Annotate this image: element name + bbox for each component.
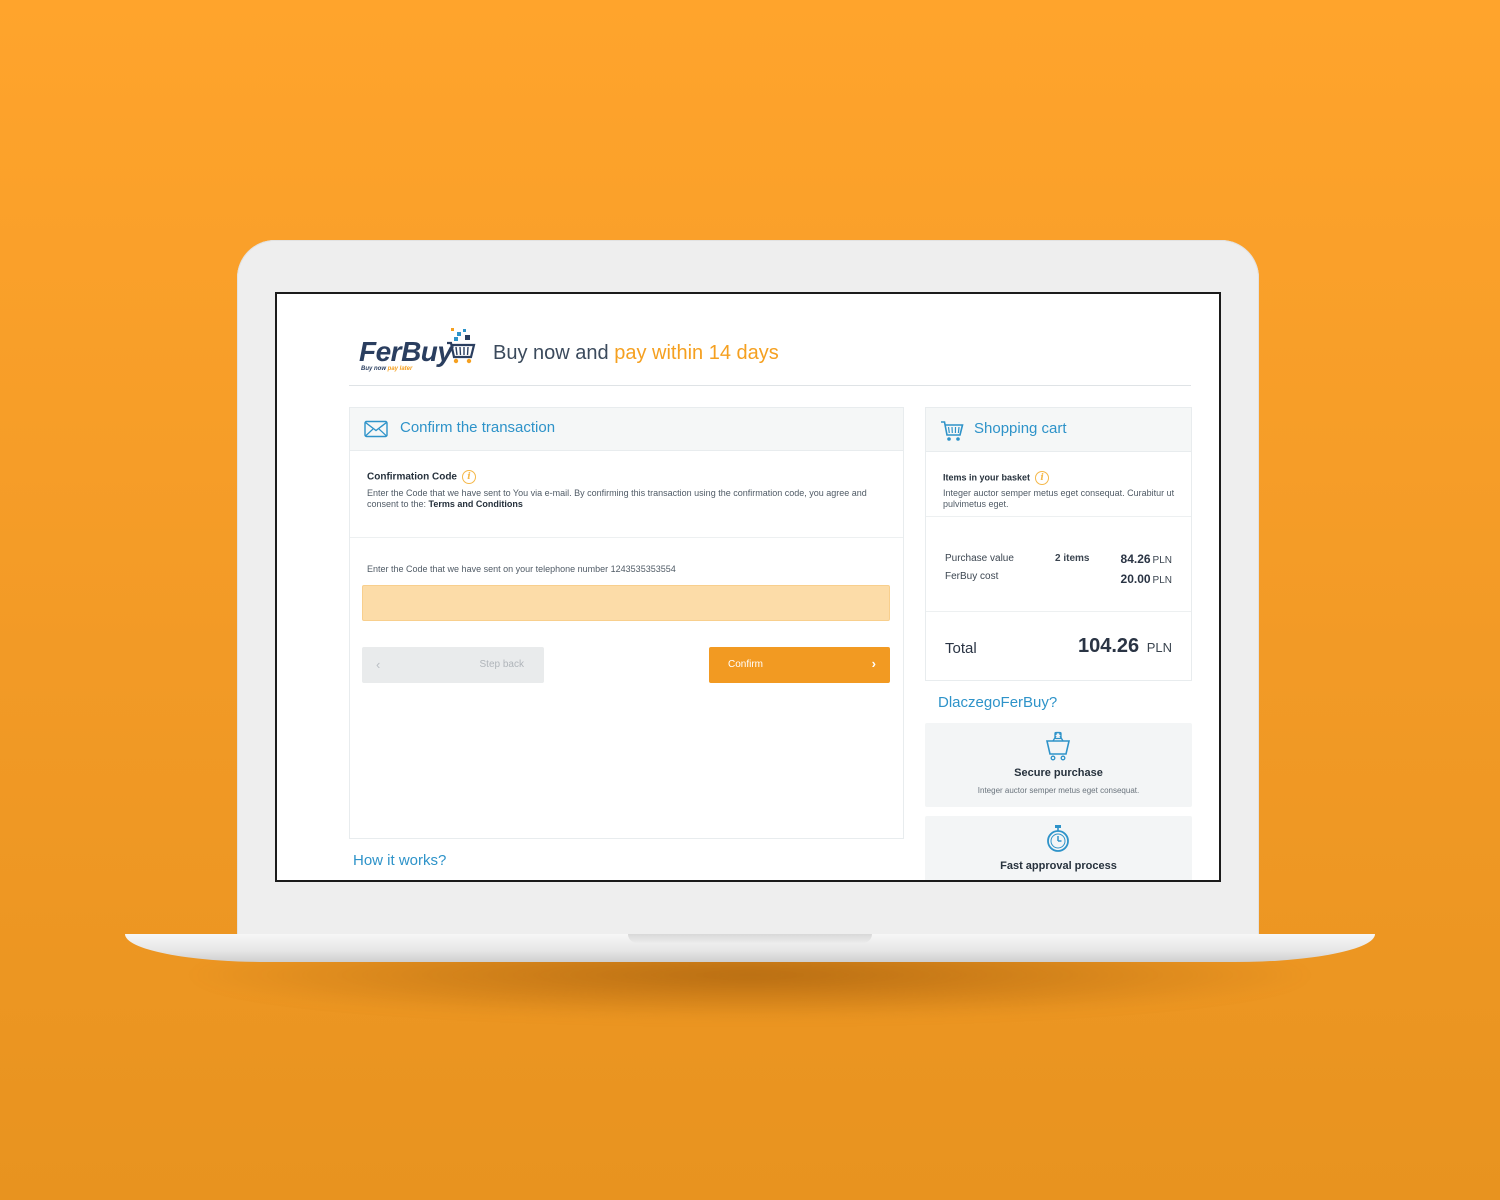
ferbuy-logo[interactable]: FerBuy Buy now pay later: [359, 326, 479, 372]
basket-info: Items in your basket i Integer auctor sem…: [926, 453, 1191, 517]
shopping-cart-card: Shopping cart Items in your basket i Inte…: [925, 407, 1192, 681]
logo-tagline-b: pay later: [387, 366, 413, 372]
purchase-value-amount: 84.26: [1120, 552, 1151, 566]
confirmation-code-description: Enter the Code that we have sent to You …: [367, 488, 892, 510]
step-back-button[interactable]: ‹ Step back: [362, 647, 544, 683]
phone-prompt: Enter the Code that we have sent on your…: [367, 564, 676, 574]
feature-secure-purchase: Secure purchase Integer auctor semper me…: [925, 723, 1192, 807]
basket-label: Items in your basket i: [943, 471, 1050, 485]
stopwatch-icon: [1047, 825, 1069, 852]
ferbuy-cost-label: FerBuy cost: [945, 571, 999, 582]
logo-cart-icon: [447, 328, 476, 364]
ferbuy-cost-amount: 20.00: [1120, 572, 1151, 586]
logo-tagline-a: Buy now: [361, 366, 386, 372]
confirmation-code-label-text: Confirmation Code: [367, 471, 457, 483]
currency-label: PLN: [1152, 555, 1172, 566]
logo-wordmark: FerBuy: [359, 336, 453, 367]
purchase-value-label: Purchase value: [945, 553, 1014, 564]
how-it-works-link[interactable]: How it works?: [353, 852, 446, 869]
currency-label: PLN: [1146, 640, 1172, 655]
confirmation-code-input[interactable]: [362, 585, 890, 621]
logo-tagline: Buy now pay later: [361, 366, 412, 372]
tagline-part-b: pay within 14 days: [614, 342, 779, 364]
total-value: 104.26 PLN: [1078, 635, 1172, 658]
page-tagline: Buy now and pay within 14 days: [493, 342, 779, 365]
confirm-label: Confirm: [728, 659, 764, 670]
page-header: FerBuy Buy now pay later Buy now and pay…: [349, 324, 1191, 386]
info-icon[interactable]: i: [1035, 471, 1050, 485]
tagline-part-a: Buy now and: [493, 342, 615, 364]
confirm-transaction-card: Confirm the transaction Confirmation Cod…: [349, 407, 904, 839]
step-back-label: Step back: [479, 659, 524, 670]
chevron-right-icon: ›: [871, 656, 876, 671]
confirmation-code-info: Confirmation Code i Enter the Code that w…: [350, 452, 903, 538]
confirm-card-header: Confirm the transaction: [350, 408, 903, 451]
feature-description: Integer auctor semper metus eget consequ…: [977, 786, 1140, 795]
cart-values: Purchase value 2 items 84.26 PLN FerBuy c…: [926, 518, 1191, 612]
confirm-button[interactable]: Confirm ›: [709, 647, 890, 683]
confirmation-code-label: Confirmation Code i: [367, 470, 476, 484]
cart-card-header: Shopping cart: [926, 408, 1191, 452]
feature-fast-approval: Fast approval process: [925, 816, 1192, 880]
feature-title: Secure purchase: [1014, 767, 1103, 779]
feature-title: Fast approval process: [1000, 860, 1117, 872]
total-label: Total: [945, 640, 977, 657]
terms-link[interactable]: Terms and Conditions: [429, 499, 523, 509]
chevron-left-icon: ‹: [376, 657, 381, 672]
cart-card-title: Shopping cart: [974, 420, 1067, 437]
purchase-value: 84.26 PLN: [1121, 552, 1172, 566]
basket-label-text: Items in your basket: [943, 472, 1031, 483]
info-icon[interactable]: i: [462, 470, 476, 484]
envelope-icon: [364, 420, 388, 438]
shopping-cart-icon: [941, 421, 964, 441]
laptop-screen: FerBuy Buy now pay later Buy now and pay…: [275, 292, 1221, 882]
secure-basket-icon: [1045, 731, 1071, 761]
laptop-notch: [628, 934, 872, 943]
total-amount: 104.26: [1077, 635, 1140, 657]
purchase-items-count: 2 items: [1055, 553, 1090, 564]
basket-description: Integer auctor semper metus eget consequ…: [943, 488, 1175, 509]
ferbuy-cost-value: 20.00 PLN: [1121, 572, 1172, 586]
why-ferbuy-heading: DlaczegoFerBuy?: [938, 694, 1058, 711]
confirm-card-title: Confirm the transaction: [400, 419, 556, 436]
currency-label: PLN: [1152, 575, 1172, 586]
